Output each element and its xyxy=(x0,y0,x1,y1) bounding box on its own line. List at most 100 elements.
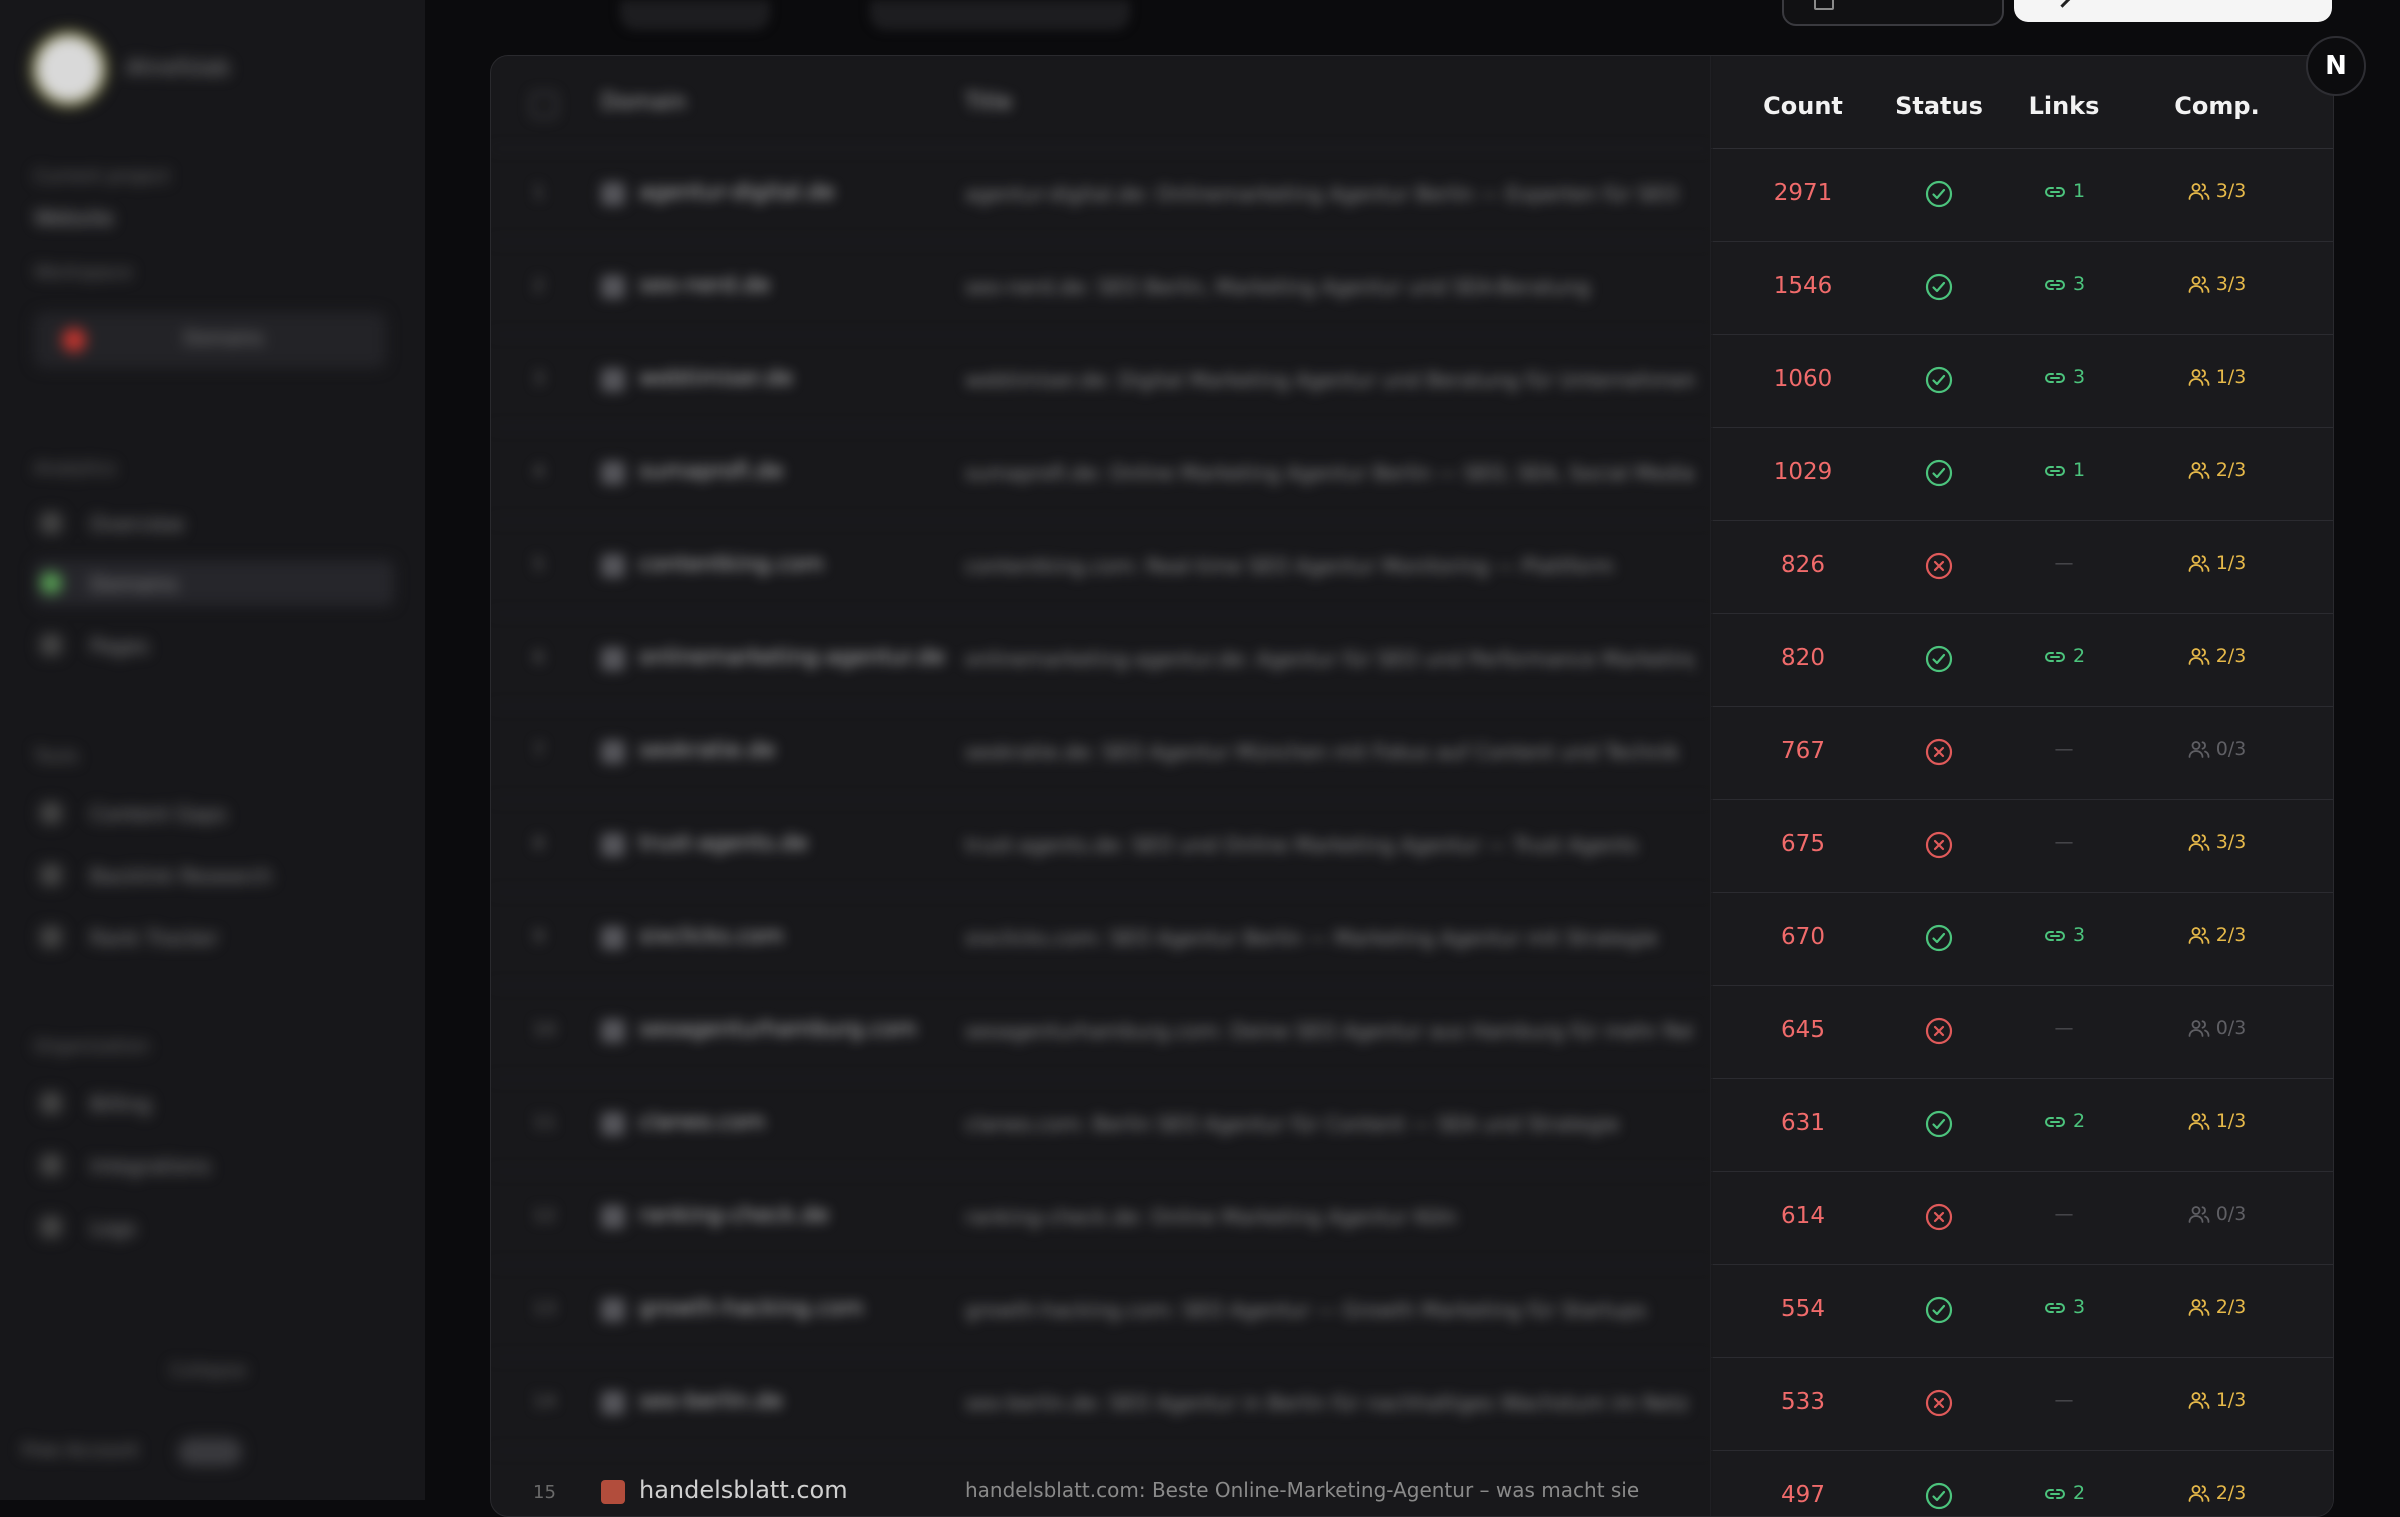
links-cell[interactable]: 1 xyxy=(2019,180,2109,202)
top-tab[interactable] xyxy=(620,0,770,30)
table-row-right[interactable]: 826 — 1/3 xyxy=(1711,520,2333,614)
sidebar-item-rank-tracker[interactable]: Rank Tracker xyxy=(34,914,394,960)
comp-cell[interactable]: 3/3 xyxy=(2147,831,2287,853)
comp-cell[interactable]: 1/3 xyxy=(2147,1389,2287,1411)
analyze-domains-button[interactable] xyxy=(2014,0,2332,22)
comp-cell[interactable]: 3/3 xyxy=(2147,180,2287,202)
row-domain[interactable]: webtimiser.de xyxy=(639,366,793,391)
section-organization-label: Organization xyxy=(34,1036,150,1057)
table-row-right[interactable]: 554 3 2/3 xyxy=(1711,1264,2333,1358)
select-all-checkbox[interactable] xyxy=(531,92,557,118)
row-domain[interactable]: seokratie.de xyxy=(639,738,776,763)
comp-cell[interactable]: 0/3 xyxy=(2147,1017,2287,1039)
row-domain[interactable]: seoagenturhamburg.com xyxy=(639,1017,917,1042)
comp-cell[interactable]: 0/3 xyxy=(2147,1203,2287,1225)
table-row-left[interactable]: 13 growth-hacking.com growth-hacking.com: … xyxy=(491,1264,1711,1358)
row-domain[interactable]: growth-hacking.com xyxy=(639,1296,864,1321)
links-value: 3 xyxy=(2072,366,2086,388)
comp-cell[interactable]: 0/3 xyxy=(2147,738,2287,760)
links-cell[interactable]: 3 xyxy=(2019,273,2109,295)
sidebar-item-overview[interactable]: Overview xyxy=(34,500,394,546)
table-row-right[interactable]: 670 3 2/3 xyxy=(1711,892,2333,986)
user-avatar-badge[interactable]: N xyxy=(2306,36,2366,96)
table-row-right[interactable]: 1546 3 3/3 xyxy=(1711,241,2333,335)
column-header-comp[interactable]: Comp. xyxy=(2147,92,2287,120)
row-domain[interactable]: contentking.com xyxy=(639,552,824,577)
column-header-links[interactable]: Links xyxy=(2019,92,2109,120)
sidebar-item-domains[interactable]: Domains xyxy=(34,560,394,606)
table-row-partial[interactable]: 15 handelsblatt.com handelsblatt.com: Be… xyxy=(491,1448,2333,1516)
links-value: 1 xyxy=(2072,180,2086,202)
top-search[interactable] xyxy=(870,0,1130,30)
comp-cell[interactable]: 2/3 xyxy=(2147,459,2287,481)
sidebar-item-backlink-research[interactable]: Backlink Research xyxy=(34,852,394,898)
table-row-right[interactable]: 614 — 0/3 xyxy=(1711,1171,2333,1265)
row-number: 2 xyxy=(533,275,545,296)
favicon-icon xyxy=(601,1205,625,1229)
sidebar-item-logs[interactable]: Logs xyxy=(34,1204,394,1250)
comp-cell[interactable]: 2/3 xyxy=(2147,645,2287,667)
table-row-left[interactable]: 5 contentking.com contentking.com: Real-ti… xyxy=(491,520,1711,614)
section-analytics-label: Analytics xyxy=(34,458,116,479)
sidebar-item-content-gaps[interactable]: Content Gaps xyxy=(34,790,394,836)
comp-cell[interactable]: 1/3 xyxy=(2147,552,2287,574)
row-domain[interactable]: agentur-digital.de xyxy=(639,180,835,205)
row-title: webtimiser.de: Digital Marketing Agentur… xyxy=(965,368,1695,392)
table-row-left[interactable]: 9 sixclicks.com sixclicks.com: SEO Agentur… xyxy=(491,892,1711,986)
links-cell[interactable]: 1 xyxy=(2019,459,2109,481)
row-domain[interactable]: claneo.com xyxy=(639,1110,765,1135)
table-row-left[interactable]: 8 trust-agents.de trust-agents.de: SEO und… xyxy=(491,799,1711,893)
table-row-right[interactable]: 1060 3 1/3 xyxy=(1711,334,2333,428)
links-cell[interactable]: 3 xyxy=(2019,924,2109,946)
project-value[interactable]: Website xyxy=(34,206,114,230)
status-error-icon xyxy=(1924,1016,1954,1046)
row-domain[interactable]: onlinemarketing-agentur.de xyxy=(639,645,945,670)
table-row-right[interactable]: 631 2 1/3 xyxy=(1711,1078,2333,1172)
column-header-status[interactable]: Status xyxy=(1889,92,1989,120)
row-domain[interactable]: seo-nerd.de xyxy=(639,273,770,298)
collapse-button[interactable]: Collapse xyxy=(170,1360,247,1381)
comp-cell[interactable]: 1/3 xyxy=(2147,1110,2287,1132)
links-cell[interactable]: 2 xyxy=(2019,645,2109,667)
row-domain[interactable]: sumaprofi.de xyxy=(639,459,784,484)
workspace-picker[interactable]: Domains xyxy=(34,312,386,368)
export-button[interactable] xyxy=(1782,0,2004,26)
table-row-left[interactable]: 4 sumaprofi.de sumaprofi.de: Online Market… xyxy=(491,427,1711,521)
row-domain[interactable]: seo-berlin.de xyxy=(639,1389,783,1414)
table-row-left[interactable]: 1 agentur-digital.de agentur-digital.de: O… xyxy=(491,148,1711,242)
table-row-left[interactable]: 2 seo-nerd.de seo-nerd.de: SEO Berlin, Mar… xyxy=(491,241,1711,335)
table-row-left[interactable]: 14 seo-berlin.de seo-berlin.de: SEO Agentu… xyxy=(491,1357,1711,1451)
row-domain[interactable]: trust-agents.de xyxy=(639,831,808,856)
comp-cell[interactable]: 3/3 xyxy=(2147,273,2287,295)
comp-cell[interactable]: 2/3 xyxy=(2147,1296,2287,1318)
sidebar-item-pages[interactable]: Pages xyxy=(34,622,394,668)
brand-logo[interactable] xyxy=(36,36,102,102)
table-row-right[interactable]: 645 — 0/3 xyxy=(1711,985,2333,1079)
table-row-right[interactable]: 2971 1 3/3 xyxy=(1711,148,2333,242)
table-row-left[interactable]: 6 onlinemarketing-agentur.de onlinemarketi… xyxy=(491,613,1711,707)
table-row-left[interactable]: 3 webtimiser.de webtimiser.de: Digital Mar… xyxy=(491,334,1711,428)
sidebar-item-label: Billing xyxy=(90,1092,152,1116)
links-cell[interactable]: 3 xyxy=(2019,1296,2109,1318)
table-row-right[interactable]: 1029 1 2/3 xyxy=(1711,427,2333,521)
table-row-left[interactable]: 12 ranking-check.de ranking-check.de: Onli… xyxy=(491,1171,1711,1265)
links-cell[interactable]: 2 xyxy=(2019,1110,2109,1132)
table-row-right[interactable]: 533 — 1/3 xyxy=(1711,1357,2333,1451)
row-domain[interactable]: sixclicks.com xyxy=(639,924,784,949)
comp-cell[interactable]: 1/3 xyxy=(2147,366,2287,388)
sidebar-item-billing[interactable]: Billing xyxy=(34,1080,394,1126)
column-header-title[interactable]: Title xyxy=(965,90,1012,115)
column-header-count[interactable]: Count xyxy=(1751,92,1855,120)
column-header-domain[interactable]: Domain xyxy=(601,90,686,115)
table-row-left[interactable]: 10 seoagenturhamburg.com seoagenturhamburg… xyxy=(491,985,1711,1079)
links-cell[interactable]: 3 xyxy=(2019,366,2109,388)
table-row-left[interactable]: 7 seokratie.de seokratie.de: SEO Agentur M… xyxy=(491,706,1711,800)
table-row-right[interactable]: 820 2 2/3 xyxy=(1711,613,2333,707)
table-row-left[interactable]: 11 claneo.com claneo.com: Berlin SEO Agent… xyxy=(491,1078,1711,1172)
row-domain[interactable]: ranking-check.de xyxy=(639,1203,829,1228)
table-row-right[interactable]: 767 — 0/3 xyxy=(1711,706,2333,800)
sidebar-item-integrations[interactable]: Integrations xyxy=(34,1142,394,1188)
count-cell: 2971 xyxy=(1773,180,1833,206)
table-row-right[interactable]: 675 — 3/3 xyxy=(1711,799,2333,893)
comp-cell[interactable]: 2/3 xyxy=(2147,924,2287,946)
